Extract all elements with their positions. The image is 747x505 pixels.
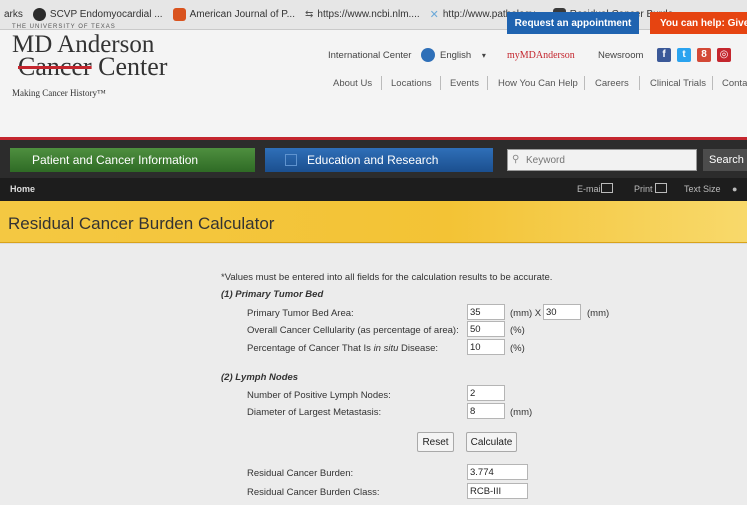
nav-events[interactable]: Events [450,78,479,89]
cellularity-input[interactable] [467,321,505,337]
favicon-icon: ✕ [429,9,439,21]
print-icon[interactable] [655,183,667,193]
nav-how-you-can-help[interactable]: How You Can Help [498,78,578,89]
calculator-panel [0,244,747,505]
link-icon: ⇆ [305,9,314,20]
globe-icon [421,48,435,62]
search-icon: ⚲ [512,154,520,165]
positive-nodes-label: Number of Positive Lymph Nodes: [247,390,391,401]
favicon-icon [172,8,186,21]
trademark-mark: ™ [96,88,106,98]
rcb-label: Residual Cancer Burden: [247,468,354,479]
tagline-text: Making Cancer History [12,88,97,98]
newsroom-link[interactable]: Newsroom [598,50,643,61]
insitu-input[interactable] [467,339,505,355]
search-input[interactable] [507,149,697,171]
rcb-result[interactable] [467,464,528,480]
bookmark-label: American Journal of P... [189,9,295,20]
tab-patient-information[interactable]: Patient and Cancer Information [10,148,255,172]
logo-center-word: Center [91,52,168,81]
text-size-icon[interactable]: ● [732,184,737,194]
calculate-button[interactable]: Calculate [466,432,517,452]
bookmark-american-journal[interactable]: American Journal of P... [172,8,295,21]
tumor-bed-dim1-input[interactable] [467,304,505,320]
square-icon [285,154,297,166]
text-size-link[interactable]: Text Size [684,184,721,194]
tab-education-research[interactable]: Education and Research [265,148,493,172]
cellularity-label: Overall Cancer Cellularity (as percentag… [247,325,459,336]
international-center-link[interactable]: International Center [328,50,411,61]
nav-divider [440,76,441,90]
rcb-class-result[interactable] [467,483,528,499]
chevron-down-icon: ▾ [481,51,486,60]
nav-contact[interactable]: Conta [722,78,747,89]
insitu-unit: (%) [510,343,525,354]
request-appointment-button[interactable]: Request an appointment [507,12,639,34]
favicon-icon [32,8,46,21]
breadcrumb-home[interactable]: Home [10,184,35,194]
bookmark-ncbi[interactable]: ⇆ https://www.ncbi.nlm.... [305,9,420,20]
google-plus-icon[interactable]: 8 [697,48,711,62]
facebook-icon[interactable]: f [657,48,671,62]
insitu-label: Percentage of Cancer That Is in situ Dis… [247,343,438,354]
tumor-bed-dim2-input[interactable] [543,304,581,320]
metastasis-unit: (mm) [510,407,533,418]
instagram-icon[interactable]: ◎ [717,48,731,62]
bookmark-scvp[interactable]: SCVP Endomyocardial ... [32,8,163,21]
nav-locations[interactable]: Locations [391,78,432,89]
reset-button[interactable]: Reset [417,432,454,452]
my-md-anderson-link[interactable]: myMDAnderson [507,50,575,61]
rcb-class-label: Residual Cancer Burden Class: [247,487,380,498]
email-link[interactable]: E-mail [577,184,603,194]
section-primary-tumor-bed: (1) Primary Tumor Bed [221,289,324,300]
logo-tagline: Making Cancer History™ [12,88,106,98]
cellularity-unit: (%) [510,325,525,336]
nav-careers[interactable]: Careers [595,78,629,89]
bookmark-label: arks [4,9,23,20]
bookmark-overflow[interactable]: arks [4,9,23,20]
tumor-bed-times-label: (mm) X [510,308,542,319]
twitter-icon[interactable]: t [677,48,691,62]
insitu-label-text: Percentage of Cancer That Is [247,343,374,354]
section-lymph-nodes: (2) Lymph Nodes [221,372,299,383]
tumor-bed-area-label: Primary Tumor Bed Area: [247,308,354,319]
calculator-note: *Values must be entered into all fields … [221,272,553,283]
logo-university: THE UNIVERSITY OF TEXAS [12,24,116,30]
insitu-label-italic: in situ [373,343,399,354]
nav-about-us[interactable]: About Us [333,78,372,89]
metastasis-input[interactable] [467,403,505,419]
print-link[interactable]: Print [634,184,653,194]
nav-divider [487,76,488,90]
tab-label: Education and Research [307,153,439,167]
tumor-bed-unit: (mm) [587,308,610,319]
nav-divider [381,76,382,90]
bookmark-label: SCVP Endomyocardial ... [49,9,163,20]
metastasis-label: Diameter of Largest Metastasis: [247,407,382,418]
positive-nodes-input[interactable] [467,385,505,401]
give-now-button[interactable]: You can help: Give n [650,12,747,34]
search-button[interactable]: Search [703,149,747,171]
language-label: English [440,50,472,61]
logo-cancer-center[interactable]: Cancer Center [18,54,167,80]
nav-divider [712,76,713,90]
language-selector[interactable]: English ▾ [440,50,486,61]
email-icon[interactable] [601,183,613,193]
nav-clinical-trials[interactable]: Clinical Trials [650,78,706,89]
logo-cancer-word: Cancer [18,52,92,81]
nav-divider [639,76,640,90]
nav-divider [584,76,585,90]
insitu-label-text: Disease: [398,343,438,354]
page-title: Residual Cancer Burden Calculator [8,214,275,233]
bookmark-label: https://www.ncbi.nlm.... [317,9,420,20]
